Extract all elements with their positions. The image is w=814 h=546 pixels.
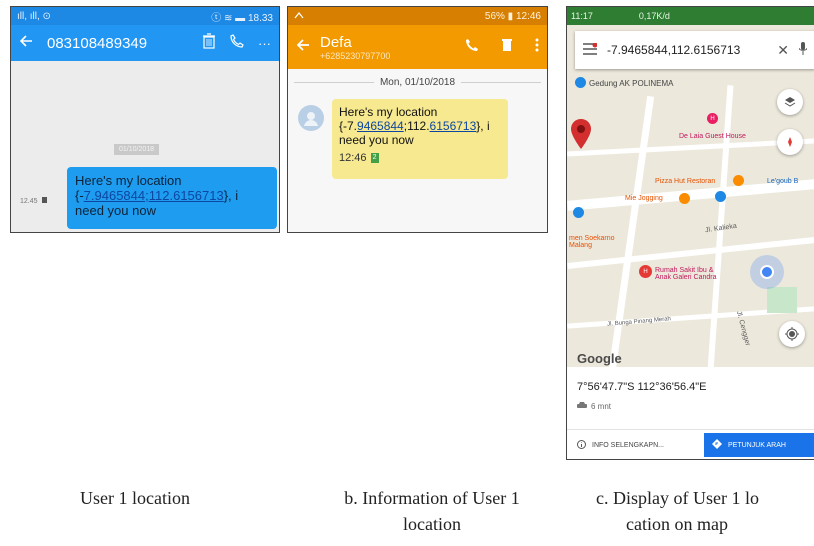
directions-icon [712,439,722,451]
status-right: 56% ▮ 12:46 [484,10,541,22]
caption-c: c. Display of User 1 lo cation on map [596,485,814,537]
status-time: 11:17 [571,11,593,21]
directions-label: PETUNJUK ARAH [728,441,786,449]
map-label-jogging: Mie Jogging [625,195,663,202]
message-timestamp: 12:46 2 [339,151,501,165]
restaurant-icon[interactable] [679,193,690,204]
status-right: ⓣ ≋ ▬ 18.33 [211,12,273,24]
sms-screenshot-b: 56% ▮ 12:46 Defa +6285230797700 Mon, 01/… [287,6,548,233]
message-time: 12:46 [339,152,367,164]
restaurant-icon[interactable] [733,175,744,186]
phone-call-icon[interactable] [230,34,244,52]
longitude-link[interactable]: 6156713 [430,119,477,133]
caption-c-line2: cation on map [626,514,728,534]
message-bubble[interactable]: Here's my location {-7.9465844;112.61567… [67,167,277,229]
layers-icon[interactable] [777,89,803,115]
caption-b: b. Information of User 1 location [314,485,550,537]
more-options-icon[interactable]: ··· [258,36,271,51]
message-timestamp: 12.45 [20,197,48,205]
status-bar: 11:17 0,17K/d [567,7,814,25]
map-label-pizza: Pizza Hut Restoran [655,178,716,185]
date-divider-label: Mon, 01/10/2018 [379,77,456,88]
map-pin-icon [575,77,586,88]
latitude-link[interactable]: 7.9465844 [84,188,145,203]
sms-screenshot-a: ıll, ıll, ⊙ ⓣ ≋ ▬ 18.33 083108489349 ···… [10,6,280,233]
google-logo: Google [577,351,622,366]
microphone-icon[interactable] [798,42,808,58]
eta-row: 6 mnt [577,401,611,411]
dropped-pin-icon[interactable] [571,119,591,154]
my-location-icon[interactable] [779,321,805,347]
map-label-soekarno: men Soekarno Malang [569,235,615,249]
longitude-link[interactable]: 112.6156713 [149,188,224,203]
latitude-link[interactable]: 9465844 [357,119,404,133]
message-text-mid: ;112. [403,119,430,133]
phone-call-icon[interactable] [465,38,479,57]
sim-icon: 2 [370,153,379,163]
map-label-hotel: De Laia Guest House [679,133,746,140]
contact-number: +6285230797700 [320,50,391,61]
notification-icon [294,11,304,22]
directions-button[interactable]: PETUNJUK ARAH [704,433,814,457]
caption-b-line1: b. Information of User 1 [344,488,520,508]
bus-stop-icon [715,191,726,202]
trash-icon[interactable] [202,33,216,53]
car-icon [577,401,587,411]
date-chip: 01/10/2018 [114,144,160,155]
message-bubble[interactable]: Here's my location {-7.9465844;112.61567… [332,99,508,179]
map-label-rumah-sakit: Rumah Sakit Ibu & Anak Galeri Candra [655,267,717,281]
more-options-icon[interactable] [535,38,539,57]
divider-rule-right [461,82,541,83]
caption-a: User 1 location [80,485,190,511]
hotel-icon[interactable]: H [707,113,718,124]
place-sheet: 7°56'47.7"S 112°36'56.4"E 6 mnt INFO SEL… [567,367,814,459]
search-bar[interactable]: -7.9465844,112.6156713 ✕ [575,31,814,69]
map-label-gedung: Gedung AK POLINEMA [589,79,674,88]
app-bar: 083108489349 ··· [11,25,279,61]
hospital-icon[interactable]: H [639,265,652,278]
back-arrow-icon[interactable] [19,34,33,52]
conversation-phone-number: 083108489349 [47,34,148,52]
message-time: 12.45 [20,198,38,205]
info-icon [577,440,586,451]
current-location-dot-icon [760,265,774,279]
data-rate: 0,17K/d [638,11,670,21]
close-icon[interactable]: ✕ [777,42,789,59]
caption-a-text: User 1 location [80,488,190,508]
park-area [767,287,797,313]
app-bar: Defa +6285230797700 [288,25,547,69]
coordinates-dms: 7°56'47.7"S 112°36'56.4"E [577,381,707,393]
bus-stop-icon [573,207,584,218]
sim-icon [42,197,48,203]
contact-avatar-icon[interactable] [298,105,324,131]
map-canvas[interactable]: Gedung AK POLINEMA H De Laia Guest House… [567,25,814,367]
status-bar: ıll, ıll, ⊙ ⓣ ≋ ▬ 18.33 [11,7,279,25]
eta-label: 6 mnt [591,401,612,411]
more-info-label: INFO SELENGKAPN... [592,442,664,449]
caption-b-line2: location [403,514,461,534]
caption-c-line1: c. Display of User 1 lo [596,488,759,508]
compass-icon[interactable] [777,129,803,155]
status-bar: 56% ▮ 12:46 [288,7,547,25]
back-arrow-icon[interactable] [296,38,310,57]
date-divider: Mon, 01/10/2018 [294,77,541,88]
signal-indicators: ıll, ıll, ⊙ [17,10,51,22]
contact-name: Defa [320,33,352,51]
menu-icon[interactable] [583,42,598,58]
maps-screenshot-c: 11:17 0,17K/d Gedung AK POLINEMA H De La… [566,6,814,460]
divider-rule-left [294,82,374,83]
map-label-legoub: Le'goub B [767,178,799,185]
trash-icon[interactable] [501,38,513,57]
contact-header: Defa +6285230797700 [320,34,455,61]
search-query[interactable]: -7.9465844,112.6156713 [607,43,767,57]
